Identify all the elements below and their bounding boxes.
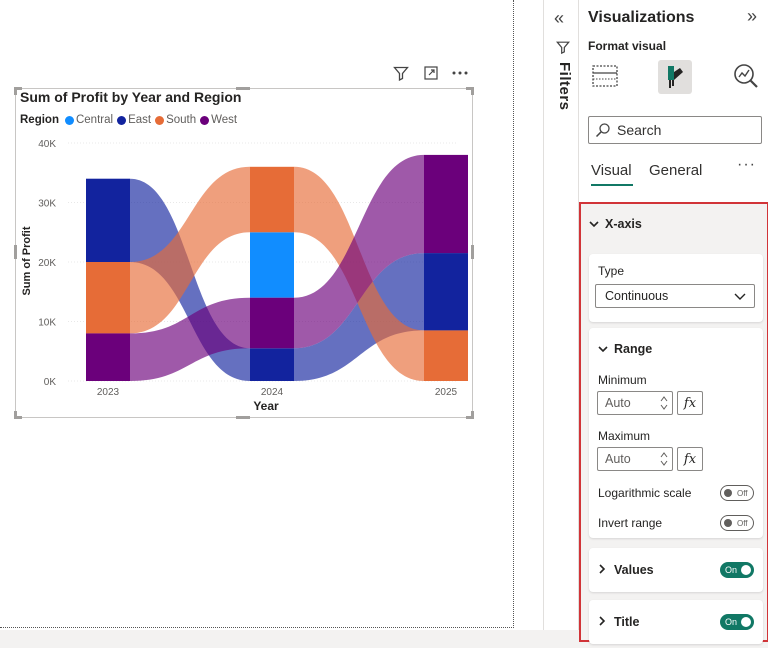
title-toggle[interactable]: On [720,614,754,630]
minimum-input[interactable]: Auto [597,391,673,415]
visualizations-title: Visualizations [588,9,695,26]
search-icon [595,123,610,138]
y-tick-label: 40K [38,139,56,150]
chevron-down-icon [598,342,610,356]
minimum-label: Minimum [598,373,647,387]
title-card[interactable]: Title On [589,600,763,644]
y-tick-label: 10K [38,318,56,329]
bar-west-2024 [250,297,294,349]
analytics-icon[interactable] [732,62,760,90]
bar-east-2025 [424,253,468,331]
bar-east-2024 [250,348,294,381]
type-dropdown-value: Continuous [605,289,669,303]
x-axis-title: Year [253,399,279,413]
x-tick-label: 2023 [97,387,120,398]
tab-visual[interactable]: Visual [591,162,632,179]
bar-east-2023 [86,178,130,262]
minimum-fx-button[interactable]: fx [677,391,703,415]
tab-visual-underline [591,184,633,186]
chevron-down-icon [589,217,601,231]
ribbon-chart-visual[interactable]: Sum of Profit by Year and Region Region … [14,87,474,419]
maximum-fx-button[interactable]: fx [677,447,703,471]
format-visual-label: Format visual [588,39,667,53]
visualizations-pane: Visualizations » Format visual Search Vi… [578,0,768,644]
values-card[interactable]: Values On [589,548,763,592]
more-options-icon[interactable] [450,64,470,82]
values-toggle[interactable]: On [720,562,754,578]
chevron-right-icon [598,563,610,577]
x-tick-label: 2024 [261,387,284,398]
bar-south-2025 [424,330,468,381]
search-input[interactable]: Search [588,116,762,144]
type-card: Type Continuous [589,254,763,322]
x-tick-label: 2025 [435,387,458,398]
bar-south-2023 [86,262,130,334]
format-visual-icon[interactable] [658,60,692,94]
maximum-input[interactable]: Auto [597,447,673,471]
spinner-arrows-icon[interactable] [660,451,668,467]
x-axis-header[interactable]: X-axis [589,217,642,231]
y-axis-title: Sum of Profit [21,226,33,295]
maximum-label: Maximum [598,429,651,443]
y-tick-label: 30K [38,199,56,210]
y-tick-label: 0K [44,377,57,388]
y-tick-label: 20K [38,258,56,269]
bar-south-2024 [250,166,294,233]
values-header[interactable]: Values [598,563,654,577]
chevron-right-icon [598,615,610,629]
title-header[interactable]: Title [598,615,639,629]
focus-mode-icon[interactable] [421,64,441,82]
type-label: Type [598,264,625,278]
build-visual-icon[interactable] [591,62,619,90]
collapse-double-chevron-left-icon[interactable]: « [554,8,564,29]
range-header[interactable]: Range [598,342,652,356]
filters-label[interactable]: Filters [556,62,573,111]
log-scale-toggle[interactable]: Off [720,485,754,501]
filter-icon [556,40,570,59]
chevron-down-icon [734,293,746,300]
invert-range-toggle[interactable]: Off [720,515,754,531]
bar-west-2023 [86,333,130,381]
expand-double-chevron-right-icon[interactable]: » [747,6,757,27]
filters-pane-collapsed[interactable]: « Filters [543,0,578,630]
range-card: Range Minimum Auto fx Maximum Auto fx Lo… [589,328,763,538]
filter-icon[interactable] [391,64,411,82]
more-options-icon[interactable]: ··· [737,156,756,174]
search-placeholder: Search [617,122,662,138]
spinner-arrows-icon[interactable] [660,395,668,411]
chart-plot-area: 0K 10K 20K 30K 40K 2023 2024 2025 Year Sum of Pro… [21,139,468,413]
bar-central-2024 [250,232,294,298]
invert-range-label: Invert range [598,516,663,530]
type-dropdown[interactable]: Continuous [595,284,755,308]
log-scale-label: Logarithmic scale [598,486,692,500]
x-axis-format-section: X-axis Type Continuous Range Minimum Aut… [579,202,768,644]
tab-general[interactable]: General [649,162,702,179]
bar-west-2025 [424,154,468,254]
